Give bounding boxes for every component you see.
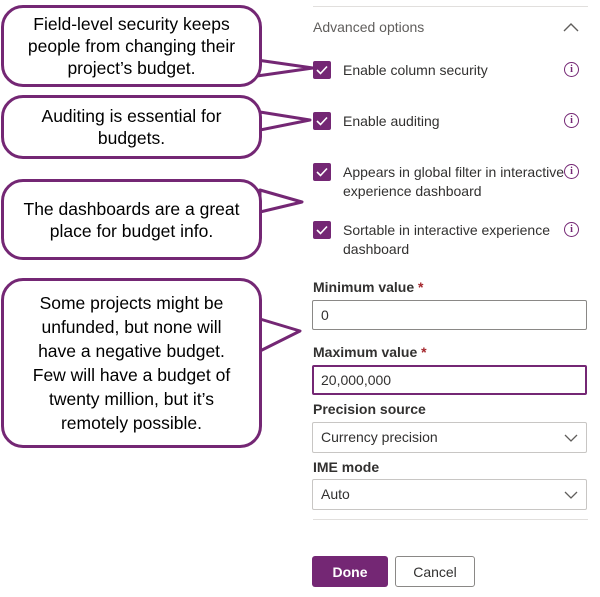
- global-filter-checkbox[interactable]: [313, 163, 331, 181]
- callout-text-line: place for budget info.: [49, 220, 214, 241]
- callout-text-line: budgets.: [97, 128, 166, 148]
- callout-text-line: Few will have a budget of: [32, 365, 231, 385]
- minimum-value-label: Minimum value *: [313, 279, 423, 295]
- precision-source-value: Currency precision: [321, 429, 438, 445]
- info-icon[interactable]: i: [564, 222, 579, 237]
- callout-pointer: [258, 317, 302, 353]
- callout-text-line: Some projects might be: [39, 293, 224, 313]
- callout-text-line: unfunded, but none will: [41, 317, 222, 337]
- precision-source-select[interactable]: Currency precision: [312, 422, 587, 453]
- chevron-down-icon: [564, 491, 578, 499]
- callout-min-max-values: Some projects might be unfunded, but non…: [1, 278, 262, 448]
- callout-pointer: [258, 110, 312, 132]
- callout-text-line: have a negative budget.: [38, 341, 225, 361]
- callout-pointer: [255, 58, 315, 78]
- advanced-options-title: Advanced options: [313, 19, 425, 35]
- required-mark: *: [418, 279, 424, 295]
- callout-text-line: Field-level security keeps: [33, 14, 230, 34]
- callout-pointer: [258, 188, 304, 214]
- sortable-label: Sortable in interactive experience dashb…: [343, 221, 550, 259]
- chevron-up-icon[interactable]: [563, 22, 579, 32]
- cancel-button[interactable]: Cancel: [395, 556, 475, 587]
- global-filter-label: Appears in global filter in interactive …: [343, 163, 564, 201]
- checkmark-icon: [316, 225, 328, 235]
- chevron-down-icon: [564, 434, 578, 442]
- callout-text-line: remotely possible.: [60, 413, 203, 433]
- maximum-value-label: Maximum value *: [313, 344, 427, 360]
- info-icon[interactable]: i: [564, 62, 579, 77]
- global-filter-label-line2: experience dashboard: [343, 183, 482, 199]
- maximum-value-input[interactable]: 20,000,000: [312, 365, 587, 395]
- ime-mode-label: IME mode: [313, 459, 380, 475]
- sortable-label-line2: dashboard: [343, 241, 410, 257]
- enable-column-security-label: Enable column security: [343, 62, 488, 78]
- ime-mode-select[interactable]: Auto: [312, 479, 587, 510]
- done-button[interactable]: Done: [312, 556, 388, 587]
- bottom-divider: [313, 519, 588, 520]
- callout-text-line: people from changing their: [27, 36, 236, 56]
- callout-column-security: Field-level security keeps people from c…: [1, 5, 262, 87]
- info-icon[interactable]: i: [564, 113, 579, 128]
- top-divider: [313, 6, 588, 7]
- callout-auditing: Auditing is essential for budgets.: [1, 95, 262, 159]
- callout-text-line: twenty million, but it’s: [48, 389, 214, 409]
- required-mark: *: [421, 344, 427, 360]
- checkmark-icon: [316, 167, 328, 177]
- callout-text-line: Auditing is essential for: [41, 106, 222, 126]
- callout-text-line: The dashboards are a great: [23, 198, 240, 219]
- ime-mode-value: Auto: [321, 486, 350, 502]
- enable-auditing-label: Enable auditing: [343, 113, 440, 129]
- maximum-value-label-text: Maximum value: [313, 344, 418, 360]
- precision-source-label: Precision source: [313, 401, 426, 417]
- minimum-value-input[interactable]: 0: [312, 300, 587, 330]
- callout-text-line: project’s budget.: [67, 58, 196, 78]
- callout-dashboards: The dashboards are a great place for bud…: [1, 179, 262, 260]
- sortable-label-line1: Sortable in interactive experience: [343, 222, 551, 238]
- global-filter-label-line1: Appears in global filter in interactive: [343, 164, 565, 180]
- minimum-value-label-text: Minimum value: [313, 279, 415, 295]
- info-icon[interactable]: i: [564, 164, 579, 179]
- sortable-checkbox[interactable]: [313, 221, 331, 239]
